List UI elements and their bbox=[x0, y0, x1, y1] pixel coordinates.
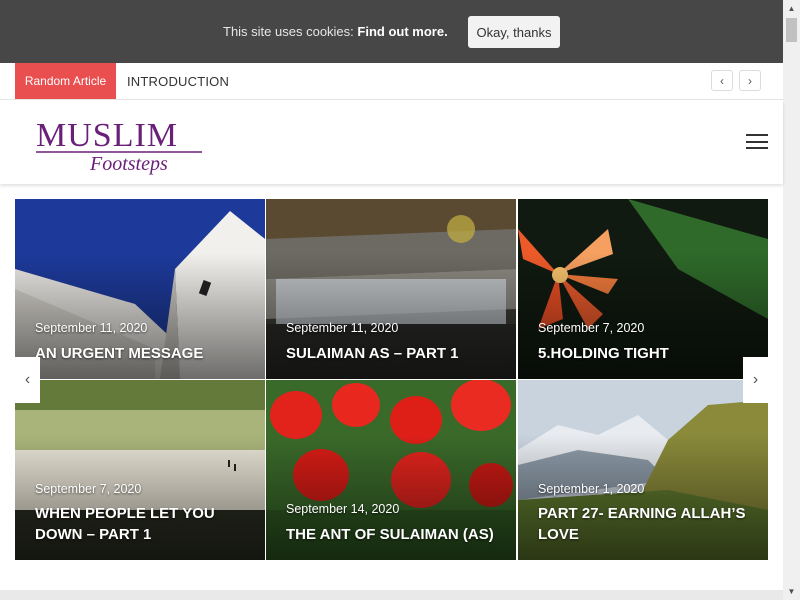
scrollbar-thumb[interactable] bbox=[786, 18, 797, 42]
cookie-text: This site uses cookies: bbox=[223, 24, 354, 39]
chevron-left-icon: ‹ bbox=[24, 371, 31, 388]
article-title[interactable]: WHEN PEOPLE LET YOU DOWN – PART 1 bbox=[35, 503, 250, 545]
article-title[interactable]: SULAIMAN AS – PART 1 bbox=[286, 343, 501, 364]
accept-cookies-button[interactable]: Okay, thanks bbox=[468, 16, 560, 48]
article-date: September 7, 2020 bbox=[35, 482, 142, 496]
scroll-down-arrow-icon[interactable]: ▼ bbox=[783, 583, 800, 600]
article-card[interactable]: September 11, 2020 SULAIMAN AS – PART 1 bbox=[266, 199, 516, 379]
article-date: September 11, 2020 bbox=[286, 321, 399, 335]
site-header: MUSLIM Footsteps bbox=[0, 100, 783, 184]
article-card[interactable]: September 14, 2020 THE ANT OF SULAIMAN (… bbox=[266, 380, 516, 560]
slider-prev-button[interactable]: ‹ bbox=[15, 357, 40, 403]
cookie-bar: This site uses cookies: Find out more. O… bbox=[0, 0, 783, 63]
chevron-right-icon: › bbox=[752, 371, 759, 388]
article-title[interactable]: AN URGENT MESSAGE bbox=[35, 343, 250, 364]
article-card[interactable]: September 1, 2020 PART 27- EARNING ALLAH… bbox=[518, 380, 768, 560]
ticker-next-button[interactable]: › bbox=[739, 70, 761, 91]
vertical-scrollbar[interactable]: ▲ ▼ bbox=[783, 0, 800, 600]
slider-next-button[interactable]: › bbox=[743, 357, 768, 403]
article-date: September 14, 2020 bbox=[286, 502, 400, 516]
scroll-up-arrow-icon[interactable]: ▲ bbox=[783, 0, 800, 17]
page-footer-strip bbox=[0, 590, 783, 600]
cookie-info-link[interactable]: Find out more. bbox=[357, 24, 447, 39]
article-date: September 11, 2020 bbox=[35, 321, 148, 335]
cookie-message: This site uses cookies: Find out more. bbox=[223, 24, 448, 39]
logo-wordmark: MUSLIM bbox=[36, 117, 178, 154]
site-logo[interactable]: MUSLIM Footsteps bbox=[34, 114, 204, 176]
featured-articles-grid: September 11, 2020 AN URGENT MESSAGE Sep… bbox=[15, 199, 768, 560]
random-article-button[interactable]: Random Article bbox=[15, 63, 116, 99]
article-date: September 1, 2020 bbox=[538, 482, 645, 496]
article-title[interactable]: PART 27- EARNING ALLAH’S LOVE bbox=[538, 503, 753, 545]
chevron-left-icon: ‹ bbox=[720, 73, 724, 88]
article-card[interactable]: September 11, 2020 AN URGENT MESSAGE bbox=[15, 199, 265, 379]
article-card[interactable]: September 7, 2020 WHEN PEOPLE LET YOU DO… bbox=[15, 380, 265, 560]
news-ticker: Random Article INTRODUCTION ‹ › bbox=[0, 63, 783, 100]
hamburger-menu-icon[interactable] bbox=[746, 134, 768, 149]
ticker-article-link[interactable]: INTRODUCTION bbox=[127, 74, 229, 89]
ticker-prev-button[interactable]: ‹ bbox=[711, 70, 733, 91]
logo-tagline: Footsteps bbox=[89, 153, 168, 175]
chevron-right-icon: › bbox=[748, 73, 752, 88]
article-date: September 7, 2020 bbox=[538, 321, 645, 335]
article-card[interactable]: September 7, 2020 5.HOLDING TIGHT bbox=[518, 199, 768, 379]
article-title[interactable]: 5.HOLDING TIGHT bbox=[538, 343, 753, 364]
article-title[interactable]: THE ANT OF SULAIMAN (AS) bbox=[286, 524, 501, 545]
